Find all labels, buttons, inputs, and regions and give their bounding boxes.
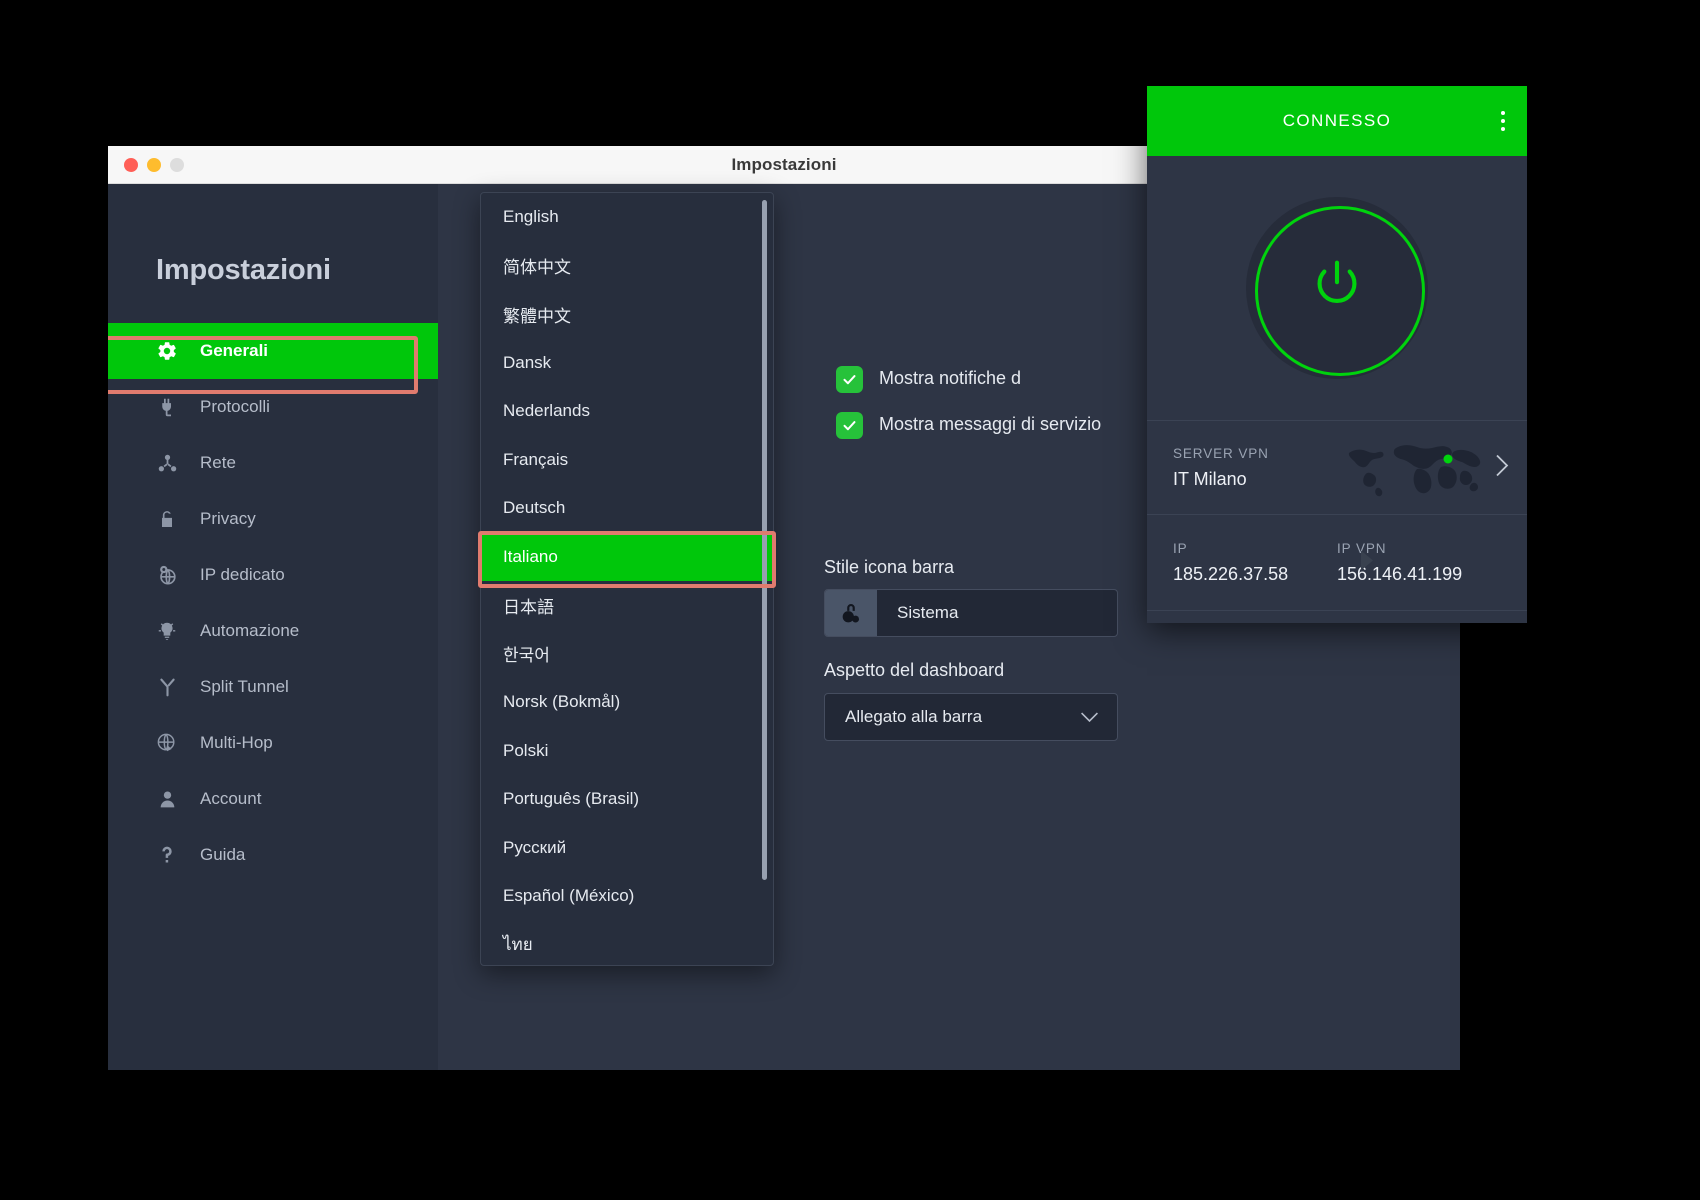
sidebar-item-privacy[interactable]: Privacy (108, 491, 438, 547)
sidebar-item-rete[interactable]: Rete (108, 435, 438, 491)
plug-icon (156, 396, 178, 418)
network-icon (156, 452, 178, 474)
sidebar-item-label: Multi-Hop (200, 733, 273, 752)
vpn-power-area (1147, 156, 1527, 421)
sidebar-item-label: Account (200, 789, 262, 808)
checkbox-messaggi-label: Mostra messaggi di servizio (879, 414, 1102, 434)
sidebar-item-label: IP dedicato (200, 565, 285, 584)
sidebar-title: Impostazioni (156, 254, 331, 286)
sidebar-item-multi-hop[interactable]: Multi-Hop (108, 715, 438, 771)
vpn-widget: CONNESSO SERVER VPN IT Milano IP 185.226… (1147, 86, 1527, 623)
lightbulb-icon (156, 620, 178, 642)
language-option[interactable]: Français (481, 436, 773, 485)
language-option[interactable]: ไทย (481, 921, 773, 966)
world-map-icon (1343, 437, 1483, 499)
language-option[interactable]: Polski (481, 727, 773, 776)
sidebar-item-automazione[interactable]: Automazione (108, 603, 438, 659)
vpn-ip-original: IP 185.226.37.58 (1173, 541, 1337, 585)
checkbox-messaggi[interactable] (836, 412, 863, 439)
language-dropdown-list[interactable]: English 简体中文 繁體中文 Dansk Nederlands Franç… (480, 192, 774, 966)
vpn-server-row[interactable]: SERVER VPN IT Milano (1147, 421, 1527, 515)
person-icon (156, 788, 178, 810)
language-option[interactable]: Русский (481, 824, 773, 873)
language-option[interactable]: 简体中文 (481, 242, 773, 291)
dashboard-appearance-select[interactable]: Allegato alla barra (824, 693, 1118, 741)
vpn-connection-status: CONNESSO (1282, 111, 1392, 130)
globe-pin-icon (156, 564, 178, 586)
screen: Impostazioni Impostazioni Generali Proto… (0, 0, 1700, 1200)
sidebar-item-label: Generali (200, 341, 269, 360)
dropdown-scrollbar[interactable] (762, 200, 767, 880)
checkbox-notifiche[interactable] (836, 366, 863, 393)
language-option-selected[interactable]: Italiano (481, 532, 773, 581)
language-option[interactable]: Dansk (481, 339, 773, 388)
language-option[interactable]: 한국어 (481, 630, 773, 679)
language-option[interactable]: 日本語 (481, 581, 773, 630)
sidebar-item-account[interactable]: Account (108, 771, 438, 827)
sidebar-item-generali[interactable]: Generali (108, 323, 438, 379)
sidebar-item-label: Privacy (200, 509, 256, 528)
vpn-ip-label: IP (1173, 540, 1188, 556)
vpn-ip-row: IP 185.226.37.58 IP VPN 156.146.41.199 (1147, 515, 1527, 611)
question-icon (156, 844, 178, 866)
gear-icon (156, 340, 178, 362)
sidebar-item-label: Automazione (200, 621, 300, 640)
globe-arrow-icon (156, 732, 178, 754)
language-option[interactable]: Deutsch (481, 484, 773, 533)
sidebar-item-ip-dedicato[interactable]: IP dedicato (108, 547, 438, 603)
vpn-header: CONNESSO (1147, 86, 1527, 156)
sidebar-item-label: Split Tunnel (200, 677, 289, 696)
language-option[interactable]: Norsk (Bokmål) (481, 678, 773, 727)
sidebar-item-label: Guida (200, 845, 246, 864)
sidebar-item-label: Protocolli (200, 397, 270, 416)
checkbox-row-notifiche[interactable]: Mostra notifiche d (836, 366, 1021, 393)
language-option[interactable]: English (481, 193, 773, 242)
language-option[interactable]: Português (Brasil) (481, 775, 773, 824)
language-option[interactable]: Nederlands (481, 387, 773, 436)
dashboard-appearance-value: Allegato alla barra (845, 707, 983, 726)
vpn-server-label: SERVER VPN (1173, 445, 1269, 461)
vpn-server-text: SERVER VPN IT Milano (1173, 446, 1269, 490)
chevron-down-icon (1080, 711, 1117, 723)
kebab-menu-icon[interactable] (1501, 111, 1505, 131)
power-icon (1306, 255, 1368, 322)
arrow-right-icon (1359, 549, 1375, 576)
vpn-power-button[interactable] (1246, 197, 1428, 379)
language-option[interactable]: 繁體中文 (481, 290, 773, 339)
vpn-server-value: IT Milano (1173, 468, 1247, 489)
tray-icon-style-value: Sistema (897, 603, 959, 622)
vpn-ip-value: 185.226.37.58 (1173, 563, 1289, 584)
lock-filled-icon (825, 590, 877, 636)
checkbox-row-messaggi[interactable]: Mostra messaggi di servizio (836, 412, 1101, 439)
lock-icon (156, 508, 178, 530)
sidebar-item-label: Rete (200, 453, 236, 472)
sidebar: Impostazioni Generali Protocolli Rete Pr… (108, 184, 438, 1070)
vpn-expand-button[interactable] (1147, 611, 1527, 623)
split-icon (156, 676, 178, 698)
language-option[interactable]: Español (México) (481, 872, 773, 921)
sidebar-item-protocolli[interactable]: Protocolli (108, 379, 438, 435)
tray-icon-style-select[interactable]: Sistema (824, 589, 1118, 637)
dashboard-appearance-label: Aspetto del dashboard (824, 660, 1005, 680)
checkbox-notifiche-label: Mostra notifiche d (879, 368, 1022, 388)
sidebar-item-split-tunnel[interactable]: Split Tunnel (108, 659, 438, 715)
chevron-right-icon[interactable] (1495, 453, 1509, 482)
tray-icon-style-label: Stile icona barra (824, 557, 955, 577)
sidebar-item-guida[interactable]: Guida (108, 827, 438, 883)
